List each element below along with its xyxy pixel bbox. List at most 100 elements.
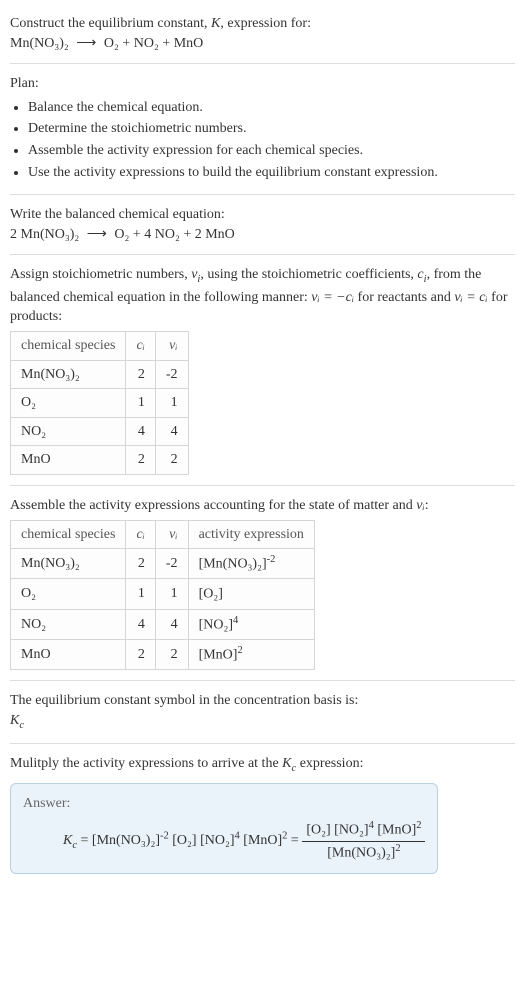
- cell-species: O₂: [11, 579, 126, 609]
- assemble-section: Assemble the activity expressions accoun…: [10, 490, 515, 676]
- divider: [10, 63, 515, 64]
- col-activity: activity expression: [188, 520, 314, 549]
- table-row: NO₂ 4 4 [NO₂]4: [11, 609, 315, 639]
- kc-symbol: Kc: [282, 756, 296, 771]
- prompt-text-b: , expression for:: [220, 16, 311, 31]
- answer-label: Answer:: [23, 794, 425, 814]
- cell-species: Mn(NO₃)₂: [11, 360, 126, 389]
- arrow-icon: ⟶: [72, 34, 100, 54]
- cell-species: Mn(NO₃)₂: [11, 549, 126, 579]
- multiply-section: Mulitply the activity expressions to arr…: [10, 748, 515, 880]
- table-row: O₂ 1 1 [O₂]: [11, 579, 315, 609]
- cell-c: 4: [126, 609, 155, 639]
- col-nu: νᵢ: [155, 520, 188, 549]
- activity-table: chemical species cᵢ νᵢ activity expressi…: [10, 520, 315, 671]
- fraction-numerator: [O₂] [NO₂]4 [MnO]2: [302, 819, 425, 841]
- assign-text: Assign stoichiometric numbers, νi, using…: [10, 265, 515, 327]
- cell-nu: 2: [155, 446, 188, 475]
- table-row: Mn(NO₃)₂ 2 -2: [11, 360, 189, 389]
- prompt-eq-lhs: Mn(NO₃)₂: [10, 36, 69, 51]
- cell-nu: 2: [155, 639, 188, 669]
- cell-species: NO₂: [11, 609, 126, 639]
- col-species: chemical species: [11, 332, 126, 361]
- assign-part: , using the stoichiometric coefficients,: [200, 267, 417, 282]
- relation-2: νᵢ = cᵢ: [454, 290, 487, 305]
- cell-nu: 1: [155, 579, 188, 609]
- table-row: MnO 2 2 [MnO]2: [11, 639, 315, 669]
- cell-c: 1: [126, 579, 155, 609]
- stoich-table: chemical species cᵢ νᵢ Mn(NO₃)₂ 2 -2 O₂ …: [10, 331, 189, 475]
- cell-nu: 4: [155, 417, 188, 446]
- cell-c: 2: [126, 639, 155, 669]
- divider: [10, 194, 515, 195]
- kc-symbol: Kc: [10, 711, 515, 733]
- cell-nu: -2: [155, 360, 188, 389]
- assign-part: for reactants and: [354, 290, 454, 305]
- divider: [10, 485, 515, 486]
- kc-symbol: Kc: [63, 833, 77, 848]
- cell-activity: [Mn(NO₃)₂]-2: [188, 549, 314, 579]
- assemble-text: Assemble the activity expressions accoun…: [10, 496, 515, 516]
- divider: [10, 743, 515, 744]
- assign-part: Assign stoichiometric numbers,: [10, 267, 191, 282]
- flat-product: [Mn(NO₃)₂]-2 [O₂] [NO₂]4 [MnO]2: [92, 833, 288, 848]
- cell-activity: [MnO]2: [188, 639, 314, 669]
- cell-c: 1: [126, 389, 155, 418]
- answer-equation: Kc = [Mn(NO₃)₂]-2 [O₂] [NO₂]4 [MnO]2 = […: [23, 819, 425, 863]
- balanced-equation: 2 Mn(NO₃)₂ ⟶ O₂ + 4 NO₂ + 2 MnO: [10, 225, 515, 245]
- nu-symbol: νᵢ: [416, 498, 424, 513]
- table-header-row: chemical species cᵢ νᵢ: [11, 332, 189, 361]
- assign-section: Assign stoichiometric numbers, νi, using…: [10, 259, 515, 481]
- cell-activity: [O₂]: [188, 579, 314, 609]
- table-row: MnO 2 2: [11, 446, 189, 475]
- prompt-equation: Mn(NO₃)₂ ⟶ O₂ + NO₂ + MnO: [10, 34, 515, 54]
- col-nu: νᵢ: [155, 332, 188, 361]
- divider: [10, 254, 515, 255]
- multiply-part: expression:: [296, 756, 363, 771]
- arrow-icon: ⟶: [83, 225, 111, 245]
- table-header-row: chemical species cᵢ νᵢ activity expressi…: [11, 520, 315, 549]
- plan-section: Plan: Balance the chemical equation. Det…: [10, 68, 515, 190]
- nu-symbol: νi: [191, 267, 200, 282]
- balanced-lhs: 2 Mn(NO₃)₂: [10, 227, 79, 242]
- plan-label: Plan:: [10, 74, 515, 94]
- plan-item: Balance the chemical equation.: [28, 98, 515, 118]
- fraction-denominator: [Mn(NO₃)₂]2: [302, 842, 425, 863]
- equals: =: [77, 833, 92, 848]
- prompt-section: Construct the equilibrium constant, K, e…: [10, 8, 515, 59]
- table-row: Mn(NO₃)₂ 2 -2 [Mn(NO₃)₂]-2: [11, 549, 315, 579]
- plan-item: Use the activity expressions to build th…: [28, 163, 515, 183]
- cell-activity: [NO₂]4: [188, 609, 314, 639]
- balanced-intro: Write the balanced chemical equation:: [10, 205, 515, 225]
- cell-species: MnO: [11, 446, 126, 475]
- multiply-part: Mulitply the activity expressions to arr…: [10, 756, 282, 771]
- prompt-text-a: Construct the equilibrium constant,: [10, 16, 211, 31]
- col-species: chemical species: [11, 520, 126, 549]
- cell-species: NO₂: [11, 417, 126, 446]
- prompt-K: K: [211, 16, 220, 31]
- answer-box: Answer: Kc = [Mn(NO₃)₂]-2 [O₂] [NO₂]4 [M…: [10, 783, 438, 874]
- fraction: [O₂] [NO₂]4 [MnO]2[Mn(NO₃)₂]2: [302, 819, 425, 863]
- cell-c: 2: [126, 549, 155, 579]
- col-c: cᵢ: [126, 520, 155, 549]
- plan-list: Balance the chemical equation. Determine…: [10, 98, 515, 182]
- cell-c: 2: [126, 446, 155, 475]
- c-symbol: ci: [417, 267, 426, 282]
- basis-line: The equilibrium constant symbol in the c…: [10, 691, 515, 711]
- table-row: NO₂ 4 4: [11, 417, 189, 446]
- cell-species: MnO: [11, 639, 126, 669]
- col-c: cᵢ: [126, 332, 155, 361]
- plan-item: Assemble the activity expression for eac…: [28, 141, 515, 161]
- assemble-part: Assemble the activity expressions accoun…: [10, 498, 416, 513]
- assemble-part: :: [425, 498, 429, 513]
- prompt-line-1: Construct the equilibrium constant, K, e…: [10, 14, 515, 34]
- cell-c: 4: [126, 417, 155, 446]
- cell-nu: 4: [155, 609, 188, 639]
- equals: =: [287, 833, 302, 848]
- basis-section: The equilibrium constant symbol in the c…: [10, 685, 515, 739]
- balanced-section: Write the balanced chemical equation: 2 …: [10, 199, 515, 250]
- cell-nu: -2: [155, 549, 188, 579]
- relation-1: νᵢ = −cᵢ: [311, 290, 354, 305]
- cell-species: O₂: [11, 389, 126, 418]
- plan-item: Determine the stoichiometric numbers.: [28, 119, 515, 139]
